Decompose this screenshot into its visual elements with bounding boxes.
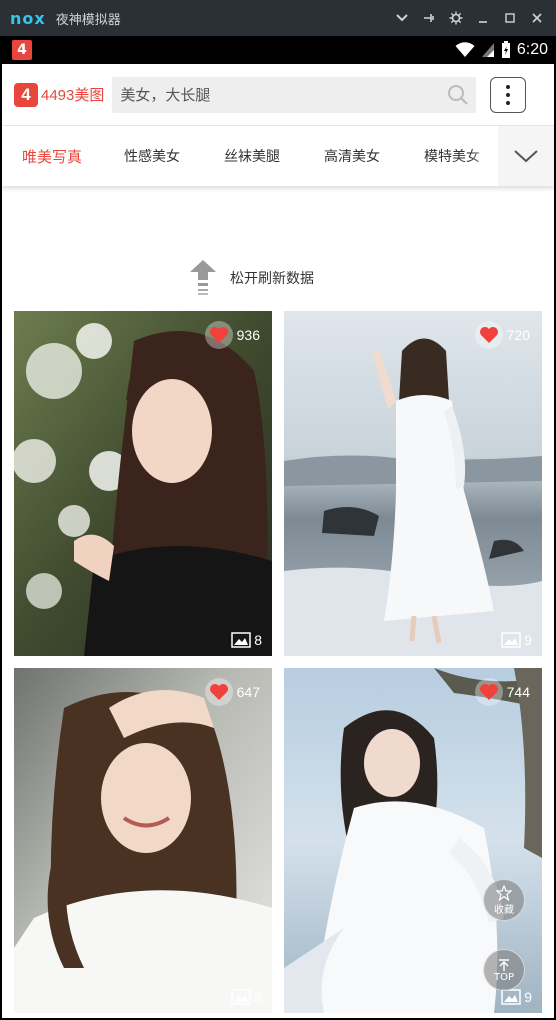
emulator-titlebar: nox 夜神模拟器: [0, 0, 556, 36]
tab-gaoqing[interactable]: 高清美女: [302, 146, 402, 166]
like-count: 936: [236, 327, 260, 343]
photo-thumbnail: [284, 311, 542, 656]
menu-dot: [506, 100, 511, 105]
like-counter[interactable]: 936: [204, 321, 260, 349]
image-count-value: 8: [254, 632, 262, 648]
tab-siwa[interactable]: 丝袜美腿: [202, 146, 302, 166]
favorite-button[interactable]: 收藏: [483, 879, 525, 921]
gallery-icon: [501, 989, 521, 1005]
arrow-up-icon: [499, 958, 509, 971]
search-icon[interactable]: [440, 77, 476, 113]
favorite-label: 收藏: [494, 904, 514, 916]
expand-tabs-button[interactable]: [498, 126, 554, 186]
wifi-icon: [455, 42, 475, 57]
close-icon[interactable]: [523, 0, 550, 36]
photo-card[interactable]: 720 9: [284, 311, 542, 656]
maximize-icon[interactable]: [496, 0, 523, 36]
image-count-value: 9: [524, 632, 532, 648]
photo-card[interactable]: 936 8: [14, 311, 272, 656]
tabs-fade: [468, 126, 498, 186]
gallery-icon: [231, 632, 251, 648]
battery-icon: [501, 41, 510, 58]
chevron-down-icon[interactable]: [388, 0, 415, 36]
signal-icon: [481, 43, 494, 57]
gear-icon[interactable]: [442, 0, 469, 36]
app-notification-icon: 4: [12, 40, 32, 60]
brand-name: 4493美图: [41, 87, 105, 104]
heart-icon: [204, 678, 233, 706]
pull-to-refresh: 松开刷新数据: [2, 258, 554, 298]
nox-logo: nox: [10, 8, 46, 28]
photo-thumbnail: [14, 311, 272, 656]
image-count-value: 8: [254, 989, 262, 1005]
like-count: 720: [506, 327, 530, 343]
photo-thumbnail: [14, 668, 272, 1013]
image-count: 9: [501, 632, 532, 648]
category-tabs: 唯美写真 性感美女 丝袜美腿 高清美女 模特美女: [2, 126, 554, 186]
brand-mark: 4: [14, 82, 38, 107]
like-count: 744: [506, 684, 530, 700]
image-count: 8: [231, 632, 262, 648]
gallery-icon: [501, 632, 521, 648]
image-count-value: 9: [524, 989, 532, 1005]
star-icon: [496, 884, 512, 901]
chevron-down-icon: [514, 150, 538, 163]
top-label: TOP: [493, 971, 514, 983]
search-input[interactable]: 美女，大长腿: [112, 76, 477, 113]
heart-icon: [204, 321, 233, 349]
heart-icon: [474, 678, 503, 706]
status-time: 6:20: [516, 41, 548, 58]
image-count: 8: [231, 989, 262, 1005]
like-count: 647: [236, 684, 260, 700]
window-title: 夜神模拟器: [55, 12, 121, 28]
tab-weimei[interactable]: 唯美写真: [2, 146, 102, 167]
menu-dot: [506, 92, 511, 97]
like-counter[interactable]: 647: [204, 678, 260, 706]
arrow-up-icon: [190, 260, 216, 295]
status-icons: 6:20: [455, 41, 548, 59]
window-controls: [388, 0, 550, 36]
photo-card[interactable]: 647 8: [14, 668, 272, 1013]
gallery-icon: [231, 989, 251, 1005]
minimize-icon[interactable]: [469, 0, 496, 36]
more-menu-button[interactable]: [490, 76, 527, 113]
pin-icon[interactable]: [415, 0, 442, 36]
brand-logo[interactable]: 4 4493美图: [14, 82, 105, 107]
back-to-top-button[interactable]: TOP: [483, 949, 525, 991]
phone-screen: 4 6:20 4 4493美图 美女，大长腿 唯美写真 性感美女 丝袜美腿 高清…: [2, 36, 554, 1018]
like-counter[interactable]: 744: [474, 678, 530, 706]
heart-icon: [474, 321, 503, 349]
search-placeholder: 美女，大长腿: [120, 86, 211, 104]
tab-xinggan[interactable]: 性感美女: [102, 146, 202, 166]
android-status-bar: 4 6:20: [2, 36, 554, 64]
image-count: 9: [501, 989, 532, 1005]
refresh-text: 松开刷新数据: [230, 271, 314, 287]
like-counter[interactable]: 720: [474, 321, 530, 349]
menu-dot: [506, 84, 511, 89]
app-header: 4 4493美图 美女，大长腿: [2, 64, 554, 126]
